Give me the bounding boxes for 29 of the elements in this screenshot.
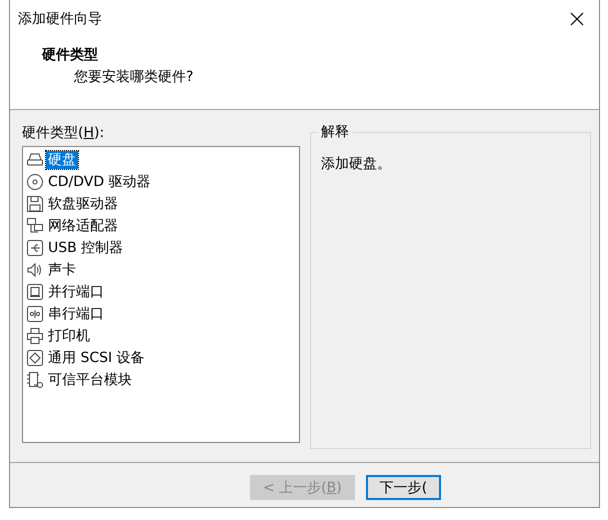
group-title: 解释: [317, 123, 353, 141]
parallel-port-icon: [26, 283, 44, 301]
list-label: 硬件类型(H):: [22, 124, 106, 142]
hardware-item[interactable]: 软盘驱动器: [46, 195, 120, 213]
cd-icon: [26, 173, 44, 191]
header-title: 硬件类型: [42, 46, 99, 64]
printer-icon: [26, 327, 44, 345]
hardware-list[interactable]: 硬盘 CD/DVD 驱动器 软盘驱动器 网络适配器 USB 控制器 声卡 并行端口 串行端口 打印机 通用 SCSI 设备 可信平台模块: [22, 146, 300, 443]
close-icon: [570, 12, 584, 26]
hardware-item[interactable]: 声卡: [46, 261, 78, 279]
chip-key-icon: [26, 371, 44, 389]
hardware-item[interactable]: USB 控制器: [46, 239, 126, 257]
usb-icon: [26, 239, 44, 257]
hardware-item[interactable]: 硬盘: [46, 151, 78, 169]
window-title: 添加硬件向导: [18, 10, 102, 28]
hardware-item[interactable]: 打印机: [46, 327, 92, 345]
hardware-item[interactable]: 通用 SCSI 设备: [46, 349, 147, 367]
scsi-icon: [26, 349, 44, 367]
explanation-text: 添加硬盘。: [321, 156, 391, 172]
hardware-item[interactable]: 网络适配器: [46, 217, 120, 235]
hardware-item[interactable]: 可信平台模块: [46, 371, 134, 389]
speaker-icon: [26, 261, 44, 279]
network-icon: [26, 217, 44, 235]
hardware-item[interactable]: 并行端口: [46, 283, 106, 301]
next-button[interactable]: 下一步(: [366, 475, 442, 500]
serial-port-icon: [26, 305, 44, 323]
header-subtitle: 您要安装哪类硬件?: [73, 68, 194, 86]
hardware-item[interactable]: CD/DVD 驱动器: [46, 173, 153, 191]
hardware-item[interactable]: 串行端口: [46, 305, 106, 323]
